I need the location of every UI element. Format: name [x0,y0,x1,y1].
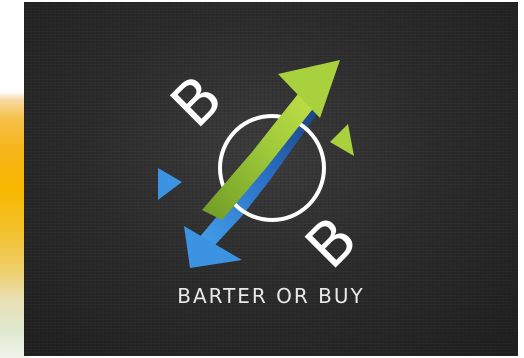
letter-b-top: B [158,63,237,142]
green-arrow-icon [202,60,354,220]
logo-tagline: BARTER OR BUY [177,284,365,308]
letter-b-bottom: B [293,204,372,283]
logo-card: B B BARTER OR BUY [24,2,518,356]
